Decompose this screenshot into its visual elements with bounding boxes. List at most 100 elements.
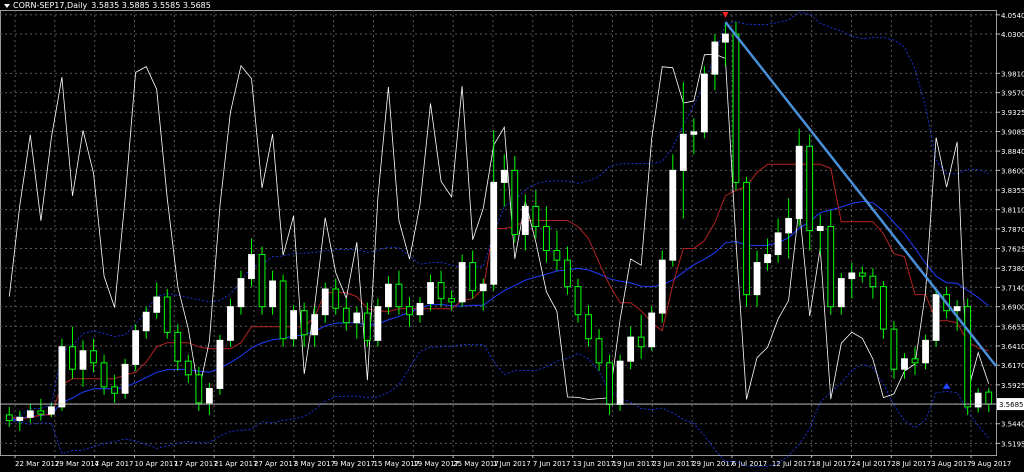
x-tick-label: 28 Jul 2017 — [891, 460, 931, 468]
bear-candle — [827, 225, 835, 308]
x-tick-label: 29 Mar 2017 — [55, 460, 99, 468]
bear-candle — [342, 307, 350, 324]
bear-candle — [574, 286, 582, 316]
bull-candle — [616, 360, 624, 405]
bear-candle — [595, 338, 603, 364]
y-tick-label: 3.6410 — [1001, 343, 1024, 351]
bear-candle — [858, 272, 866, 277]
bull-candle — [227, 306, 234, 341]
x-tick-label: 21 Apr 2017 — [214, 460, 257, 468]
bull-candle — [427, 282, 434, 304]
bull-candle — [700, 73, 708, 133]
bear-candle — [542, 225, 550, 252]
bull-candle — [205, 387, 213, 404]
bull-candle — [764, 254, 771, 264]
bear-candle — [163, 296, 171, 333]
bear-candle — [806, 145, 814, 231]
bollinger-lower-line — [9, 343, 990, 468]
x-tick-label: 24 Jul 2017 — [852, 460, 892, 468]
y-tick-label: 3.9325 — [1001, 109, 1024, 117]
chart-window: CORN-SEP17,Daily 3.5835 3.5885 3.5585 3.5… — [0, 0, 1024, 468]
y-tick-label: 3.7380 — [1001, 265, 1024, 273]
bear-candle — [174, 331, 182, 362]
bull-candle — [142, 311, 150, 332]
bear-candle — [279, 280, 287, 340]
bull-candle — [458, 262, 466, 303]
buy-arrow-icon — [942, 382, 951, 389]
bear-candle — [532, 205, 540, 227]
y-tick-label: 3.7625 — [1001, 246, 1024, 254]
x-tick-label: 18 Jul 2017 — [812, 460, 852, 468]
bear-candle — [606, 362, 613, 405]
bear-candle — [184, 360, 192, 376]
bull-candle — [374, 306, 382, 341]
bull-candle — [648, 312, 656, 348]
x-tick-label: 3 Aug 2017 — [931, 460, 971, 468]
y-tick-label: 3.8840 — [1001, 148, 1024, 156]
bull-candle — [216, 339, 224, 389]
bear-candle — [37, 410, 45, 415]
x-tick-label: 25 May 2017 — [453, 460, 499, 468]
bull-candle — [722, 33, 729, 43]
bull-candle — [974, 392, 982, 408]
bull-candle — [290, 310, 298, 340]
x-tick-label: 15 May 2017 — [374, 460, 420, 468]
bull-candle — [953, 306, 961, 312]
bull-candle — [711, 41, 719, 75]
sell-arrow-icon — [722, 12, 729, 19]
bear-candle — [90, 350, 97, 364]
bull-candle — [774, 232, 782, 256]
bull-candle — [353, 312, 361, 324]
bear-candle — [332, 288, 340, 309]
y-tick-label: 3.7140 — [1001, 284, 1024, 292]
bull-candle — [753, 262, 761, 296]
bull-candle — [669, 169, 677, 261]
x-tick-label: 7 Jun 2017 — [533, 460, 571, 468]
x-tick-label: 9 Aug 2017 — [971, 460, 1011, 468]
x-tick-label: 3 May 2017 — [294, 460, 335, 468]
y-tick-label: 3.6655 — [1001, 323, 1024, 331]
bull-candle — [627, 336, 635, 362]
bull-candle — [479, 283, 487, 292]
bear-candle — [437, 282, 445, 300]
bear-candle — [100, 362, 108, 388]
bull-candle — [785, 217, 793, 234]
bear-candle — [585, 314, 592, 340]
ohlc-label: 3.5835 3.5885 3.5585 3.5685 — [91, 1, 211, 10]
bull-candle — [385, 283, 392, 308]
bull-candle — [248, 254, 255, 280]
bear-candle — [111, 386, 118, 394]
bull-candle — [679, 133, 687, 171]
bull-candle — [16, 416, 24, 422]
bear-candle — [469, 262, 477, 292]
y-tick-label: 3.7870 — [1001, 226, 1024, 234]
bear-candle — [195, 374, 203, 404]
y-tick-label: 3.6900 — [1001, 304, 1024, 312]
y-tick-label: 3.6170 — [1001, 362, 1024, 370]
x-tick-label: 10 Apr 2017 — [135, 460, 178, 468]
bull-candle — [500, 169, 508, 183]
current-price-label: 3.5685 — [999, 401, 1024, 409]
collapse-triangle-icon[interactable] — [4, 3, 10, 8]
bear-candle — [964, 306, 972, 408]
price-chart[interactable]: 4.0540 4.0300 3.9810 3.9570 3.9325 3.9085 3.88… — [0, 0, 1024, 468]
bear-candle — [880, 286, 887, 330]
x-tick-label: 23 Jun 2017 — [652, 460, 694, 468]
bear-candle — [553, 250, 561, 261]
bear-candle — [448, 298, 456, 303]
bull-candle — [79, 350, 87, 370]
x-tick-label: 4 Apr 2017 — [95, 460, 134, 468]
x-tick-label: 13 Jun 2017 — [573, 460, 615, 468]
bull-candle — [795, 145, 803, 219]
bear-candle — [869, 275, 877, 288]
y-tick-label: 3.5440 — [1001, 421, 1024, 429]
bear-candle — [406, 306, 413, 316]
bear-candle — [258, 254, 266, 308]
y-tick-label: 3.8600 — [1001, 167, 1024, 175]
bull-candle — [901, 358, 908, 370]
bear-candle — [637, 336, 645, 348]
bull-candle — [658, 259, 666, 314]
x-tick-label: 12 Jul 2017 — [772, 460, 812, 468]
x-tick-label: 27 Apr 2017 — [254, 460, 297, 468]
bear-candle — [300, 310, 308, 336]
